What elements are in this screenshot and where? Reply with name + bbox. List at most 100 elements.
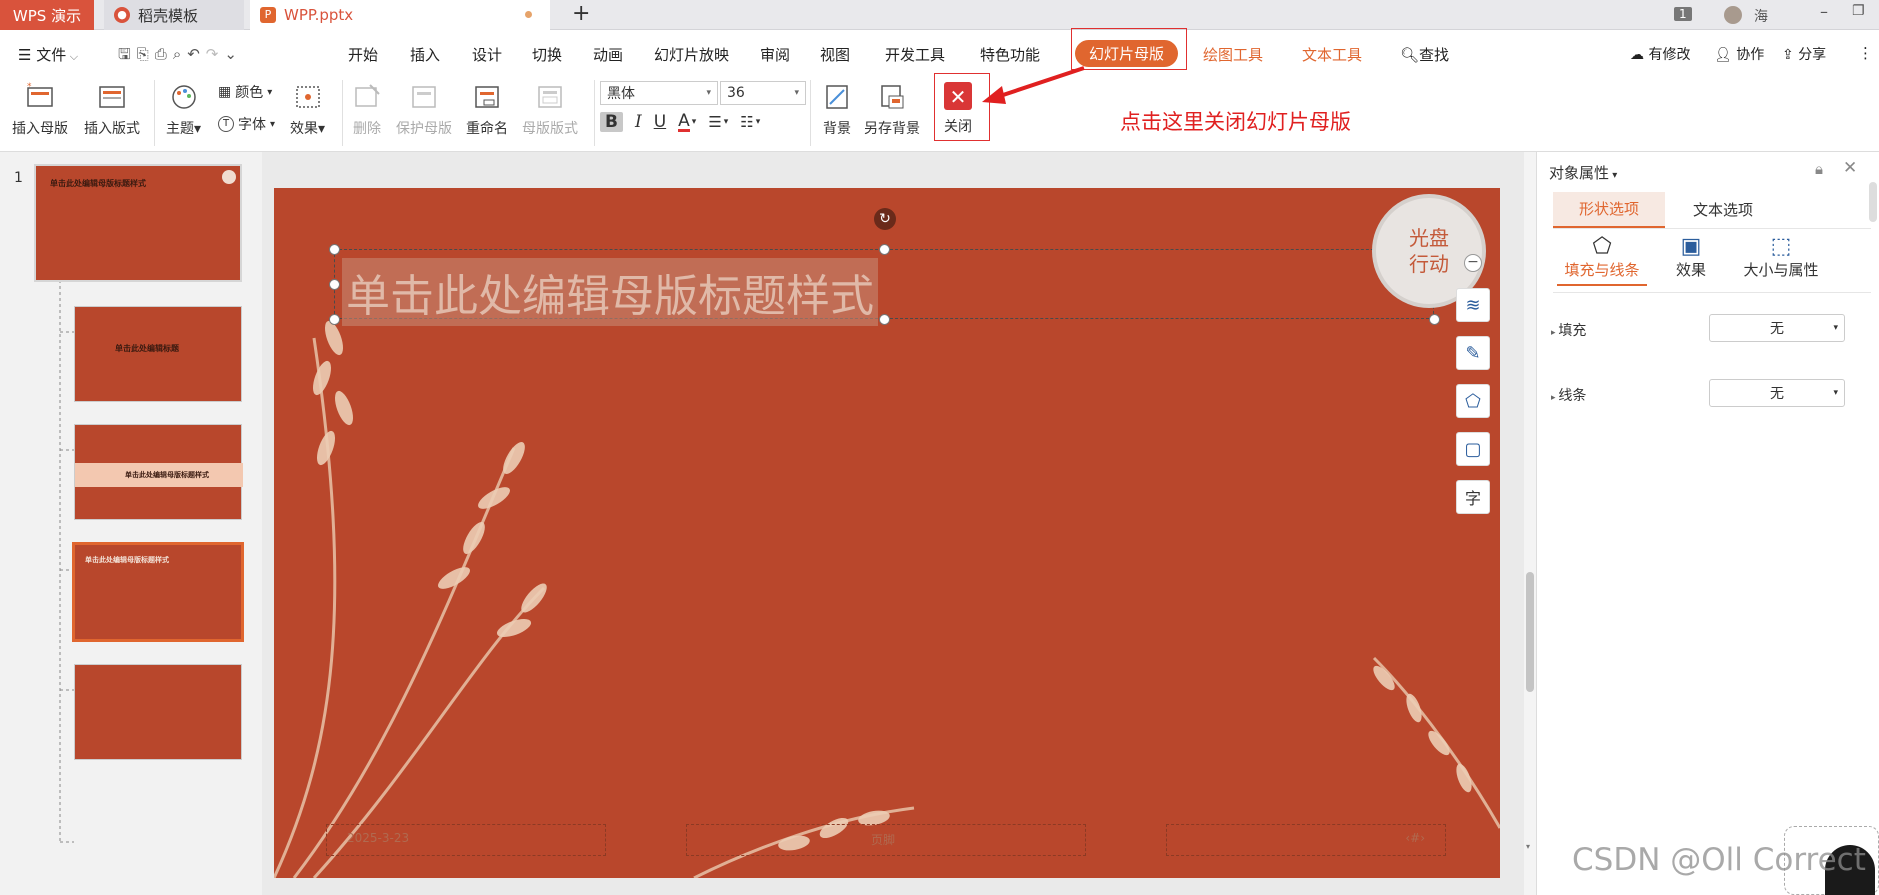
- undo-icon[interactable]: ↶: [187, 45, 206, 63]
- layout-thumbnail-4[interactable]: [74, 664, 242, 760]
- tab-template[interactable]: ● 稻壳模板: [104, 0, 244, 30]
- layout-thumbnail-3[interactable]: 单击此处编辑母版标题样式: [72, 542, 244, 642]
- panel-scrollbar[interactable]: [1869, 182, 1877, 222]
- rename-button[interactable]: 重命名: [466, 82, 508, 138]
- background-label: 背景: [823, 121, 851, 137]
- font-button[interactable]: T 字体 ▾: [218, 114, 275, 134]
- tab-animation[interactable]: 动画: [593, 44, 623, 65]
- tab-text-tools[interactable]: 文本工具: [1302, 44, 1362, 65]
- minimize-icon[interactable]: –: [1820, 2, 1828, 21]
- layout-thumbnail-1[interactable]: 单击此处编辑标题: [74, 306, 242, 402]
- effect-button[interactable]: 效果▾: [290, 82, 325, 138]
- font-color-icon[interactable]: A: [678, 112, 690, 132]
- collaborate-button[interactable]: 👤︎ 协作: [1714, 44, 1764, 64]
- rename-label: 重命名: [466, 121, 508, 137]
- brush-button[interactable]: ✎: [1456, 336, 1490, 370]
- bullet-list-icon[interactable]: ☰: [708, 113, 721, 131]
- close-panel-icon[interactable]: ✕: [1843, 158, 1857, 178]
- layers-button[interactable]: ≋: [1456, 288, 1490, 322]
- scroll-down-icon[interactable]: ▾: [1526, 842, 1530, 851]
- more-icon[interactable]: ⋮: [1858, 44, 1873, 62]
- unsaved-dot-icon: [525, 11, 532, 18]
- preview-icon[interactable]: ⌕: [173, 45, 187, 63]
- resize-handle[interactable]: [329, 314, 340, 325]
- fill-dropdown[interactable]: 无 ▾: [1709, 314, 1845, 342]
- resize-handle[interactable]: [329, 279, 340, 290]
- layout-thumbnail-2[interactable]: 单击此处编辑母版标题样式: [74, 424, 243, 520]
- line-dropdown[interactable]: 无 ▾: [1709, 379, 1845, 407]
- search-button[interactable]: 🔍︎查找: [1400, 44, 1449, 65]
- tab-review[interactable]: 审阅: [760, 44, 790, 65]
- share-button[interactable]: ⇪ 分享: [1782, 44, 1826, 64]
- canvas-scrollbar[interactable]: ▾: [1524, 152, 1536, 895]
- tab-transition[interactable]: 切换: [532, 44, 562, 65]
- print-icon[interactable]: ⎙: [155, 45, 173, 63]
- delete-button[interactable]: 删除: [352, 82, 382, 138]
- date-placeholder[interactable]: 2025-3-23: [326, 824, 606, 856]
- restore-icon[interactable]: ❐: [1852, 3, 1865, 19]
- rotate-handle-icon[interactable]: ↻: [874, 208, 896, 230]
- font-circle-icon: T: [218, 116, 234, 132]
- redo-icon[interactable]: ↷: [206, 45, 225, 63]
- save-background-button[interactable]: 另存背景: [864, 82, 920, 138]
- resize-handle[interactable]: [1429, 314, 1440, 325]
- resize-handle[interactable]: [329, 244, 340, 255]
- save-icon[interactable]: 🖫: [118, 45, 137, 63]
- chevron-down-icon: ▾: [1833, 323, 1838, 333]
- customize-icon[interactable]: ⌄: [224, 45, 243, 63]
- panel-title[interactable]: 对象属性 ▾: [1549, 162, 1617, 183]
- tab-design[interactable]: 设计: [472, 44, 502, 65]
- user-name: 海: [1754, 9, 1768, 25]
- tab-wps-presentation[interactable]: WPS 演示: [0, 0, 94, 30]
- title-placeholder[interactable]: 单击此处编辑母版标题样式: [342, 258, 878, 326]
- resize-handle[interactable]: [879, 244, 890, 255]
- resize-handle[interactable]: [879, 314, 890, 325]
- subtab-fill-line[interactable]: ⬠ 填充与线条: [1557, 234, 1647, 286]
- effect-icon: ▣: [1680, 234, 1702, 259]
- collapse-icon[interactable]: −: [1464, 254, 1482, 272]
- chevron-down-icon: ▾: [794, 88, 799, 98]
- tab-document[interactable]: P WPP.pptx: [250, 0, 550, 30]
- tab-shape-options[interactable]: 形状选项: [1553, 192, 1665, 228]
- font-size-combo[interactable]: 36 ▾: [720, 81, 806, 105]
- avatar[interactable]: [1724, 6, 1742, 24]
- subtab-effect[interactable]: ▣ 效果: [1661, 234, 1721, 280]
- numbered-list-icon[interactable]: ☷: [740, 113, 753, 131]
- tab-slideshow[interactable]: 幻灯片放映: [654, 44, 729, 65]
- tab-view[interactable]: 视图: [820, 44, 850, 65]
- tab-insert[interactable]: 插入: [410, 44, 440, 65]
- color-button[interactable]: ▦ 颜色 ▾: [218, 82, 272, 102]
- theme-button[interactable]: 主题▾: [166, 82, 201, 138]
- window-count-badge[interactable]: 1: [1674, 7, 1692, 21]
- tab-start[interactable]: 开始: [348, 44, 378, 65]
- separator: [342, 80, 343, 146]
- new-tab-button[interactable]: +: [572, 0, 590, 28]
- text-style-button[interactable]: 字: [1456, 480, 1490, 514]
- fill-section-header[interactable]: ▸ 填充: [1551, 320, 1586, 340]
- master-slide[interactable]: 单击此处编辑母版标题样式 ↻ 光盘 行动 − 2025-3-23 页脚 ‹#›: [274, 188, 1500, 878]
- footer-placeholder[interactable]: 页脚: [686, 824, 1086, 856]
- page-number-placeholder[interactable]: ‹#›: [1166, 824, 1446, 856]
- subtab-size-property[interactable]: ⬚ 大小与属性: [1731, 234, 1831, 280]
- font-name-combo[interactable]: 黑体 ▾: [600, 81, 718, 105]
- tab-drawing-tools[interactable]: 绘图工具: [1203, 44, 1263, 65]
- bold-icon[interactable]: B: [600, 112, 623, 132]
- insert-master-button[interactable]: * 插入母版: [12, 82, 68, 138]
- background-button[interactable]: 背景: [822, 82, 852, 138]
- fill-button[interactable]: ⬠: [1456, 384, 1490, 418]
- protect-master-button[interactable]: 保护母版: [396, 82, 452, 138]
- master-layout-button[interactable]: 母版版式: [522, 82, 578, 138]
- line-section-header[interactable]: ▸ 线条: [1551, 385, 1586, 405]
- tab-text-options[interactable]: 文本选项: [1667, 192, 1779, 228]
- outline-button[interactable]: ▢: [1456, 432, 1490, 466]
- modified-button[interactable]: ☁ 有修改: [1630, 44, 1690, 64]
- scrollbar-thumb[interactable]: [1526, 572, 1534, 692]
- lock-icon[interactable]: 🔒︎: [1815, 160, 1823, 178]
- file-menu[interactable]: ☰ 文件 ⌵: [18, 44, 78, 65]
- export-icon[interactable]: ⎘: [137, 45, 155, 63]
- italic-icon[interactable]: I: [635, 112, 642, 132]
- underline-icon[interactable]: U: [654, 112, 666, 132]
- insert-layout-button[interactable]: 插入版式: [84, 82, 140, 138]
- tab-developer[interactable]: 开发工具: [885, 44, 945, 65]
- master-slide-thumbnail[interactable]: 单击此处编辑母版标题样式: [34, 164, 242, 282]
